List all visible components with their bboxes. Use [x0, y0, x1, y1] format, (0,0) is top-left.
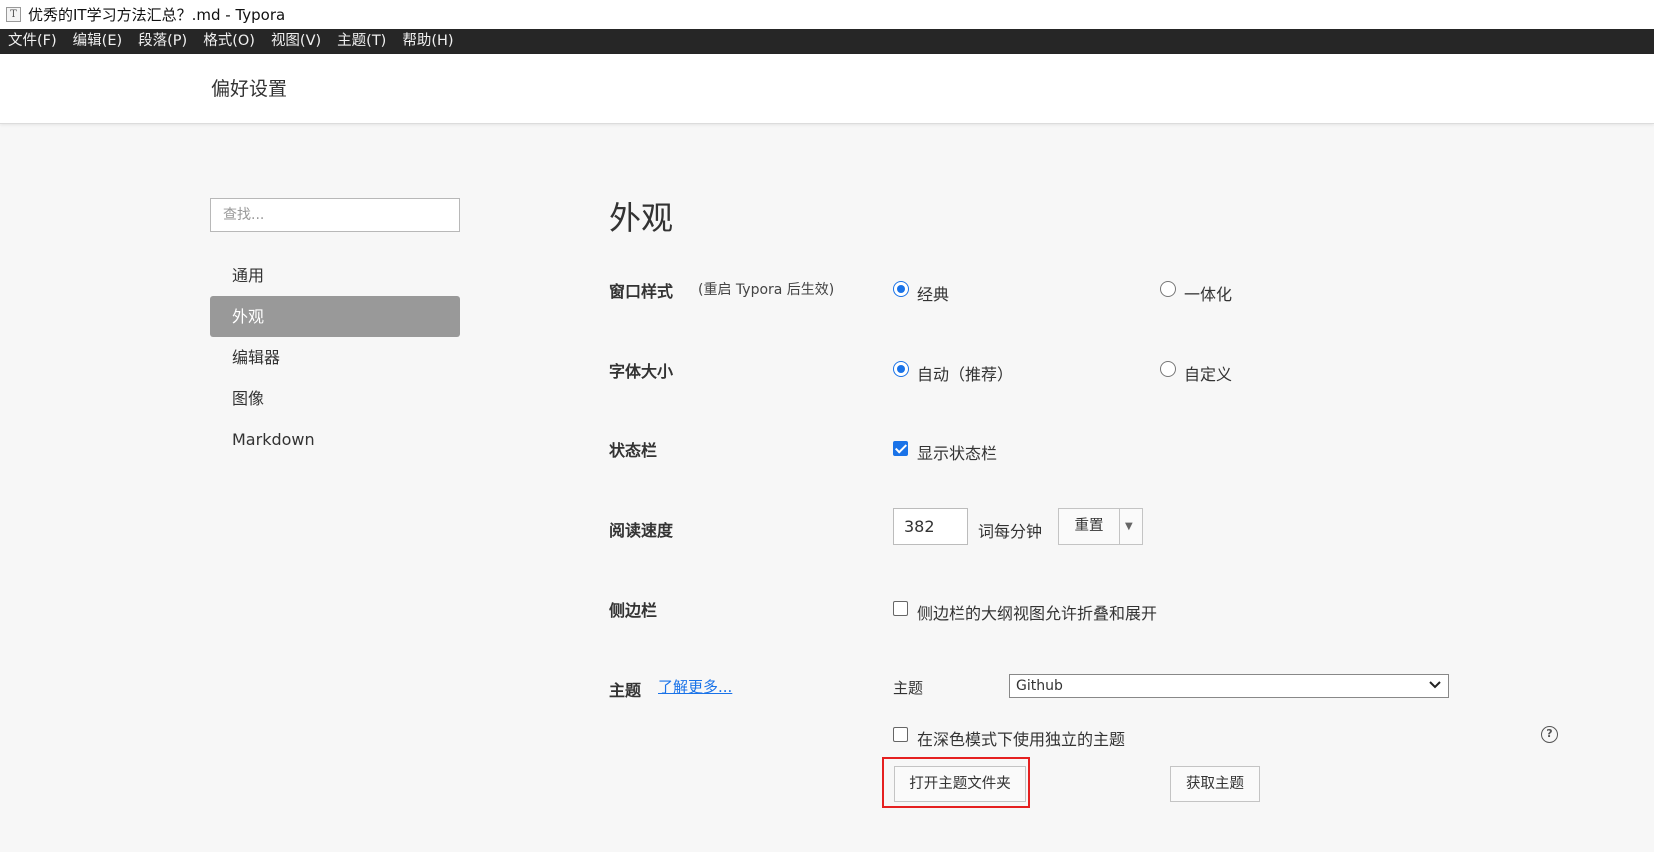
window-title: 优秀的IT学习方法汇总？.md - Typora	[28, 6, 286, 24]
status-bar-checkbox-label[interactable]: 显示状态栏	[917, 440, 997, 464]
menu-theme[interactable]: 主题(T)	[331, 29, 392, 54]
menu-help[interactable]: 帮助(H)	[396, 29, 459, 54]
reading-speed-unit: 词每分钟	[978, 522, 1043, 541]
reading-speed-label: 阅读速度	[609, 521, 674, 540]
reset-button-divider	[1119, 509, 1120, 544]
menu-format[interactable]: 格式(O)	[197, 29, 261, 54]
help-icon[interactable]: ?	[1541, 726, 1558, 743]
font-size-custom-radio[interactable]	[1160, 361, 1176, 377]
chevron-down-icon	[1429, 681, 1441, 689]
typora-app-icon: T	[6, 7, 21, 22]
menu-file[interactable]: 文件(F)	[2, 29, 63, 54]
theme-select-value: Github	[1016, 678, 1063, 694]
open-theme-folder-button[interactable]: 打开主题文件夹	[894, 766, 1026, 802]
dark-mode-theme-checkbox[interactable]	[893, 727, 908, 742]
preferences-header: 偏好设置	[0, 54, 1654, 124]
menu-bar: 文件(F) 编辑(E) 段落(P) 格式(O) 视图(V) 主题(T) 帮助(H…	[0, 29, 1654, 54]
sidebar-outline-checkbox[interactable]	[893, 601, 908, 616]
learn-more-link[interactable]: 了解更多...	[658, 676, 732, 697]
get-themes-button[interactable]: 获取主题	[1170, 766, 1260, 802]
window-style-classic-label[interactable]: 经典	[917, 281, 949, 305]
window-style-unibody-label[interactable]: 一体化	[1184, 281, 1232, 305]
page-title: 偏好设置	[211, 78, 288, 100]
nav-item-markdown[interactable]: Markdown	[210, 419, 460, 460]
status-bar-checkbox[interactable]	[893, 441, 908, 456]
window-style-note: (重启 Typora 后生效)	[698, 282, 835, 298]
nav-item-editor[interactable]: 编辑器	[210, 337, 460, 378]
theme-select-label: 主题	[893, 679, 924, 697]
dark-mode-theme-checkbox-label[interactable]: 在深色模式下使用独立的主题	[917, 726, 1125, 750]
window-title-bar: T 优秀的IT学习方法汇总？.md - Typora	[0, 0, 1654, 29]
section-heading: 外观	[609, 199, 674, 237]
font-size-auto-label[interactable]: 自动（推荐）	[917, 361, 1013, 385]
theme-select[interactable]: Github	[1009, 674, 1449, 698]
nav-item-image[interactable]: 图像	[210, 378, 460, 419]
reading-speed-input[interactable]	[893, 508, 968, 545]
nav-item-general[interactable]: 通用	[210, 255, 460, 296]
reset-button-label[interactable]: 重置	[1059, 509, 1119, 544]
window-style-classic-radio[interactable]	[893, 281, 909, 297]
menu-paragraph[interactable]: 段落(P)	[132, 29, 193, 54]
window-style-unibody-radio[interactable]	[1160, 281, 1176, 297]
caret-down-icon[interactable]: ▼	[1125, 509, 1133, 544]
menu-view[interactable]: 视图(V)	[265, 29, 327, 54]
font-size-auto-radio[interactable]	[893, 361, 909, 377]
theme-label: 主题	[609, 681, 642, 700]
status-bar-label: 状态栏	[609, 441, 658, 460]
sidebar-outline-checkbox-label[interactable]: 侧边栏的大纲视图允许折叠和展开	[917, 600, 1157, 624]
font-size-label: 字体大小	[609, 362, 674, 381]
menu-edit[interactable]: 编辑(E)	[67, 29, 128, 54]
nav-item-appearance[interactable]: 外观	[210, 296, 460, 337]
font-size-custom-label[interactable]: 自定义	[1184, 361, 1232, 385]
window-style-label: 窗口样式	[609, 282, 674, 301]
search-input[interactable]	[210, 198, 460, 232]
reset-button[interactable]: 重置 ▼	[1058, 508, 1143, 545]
sidebar-label: 侧边栏	[609, 601, 658, 620]
